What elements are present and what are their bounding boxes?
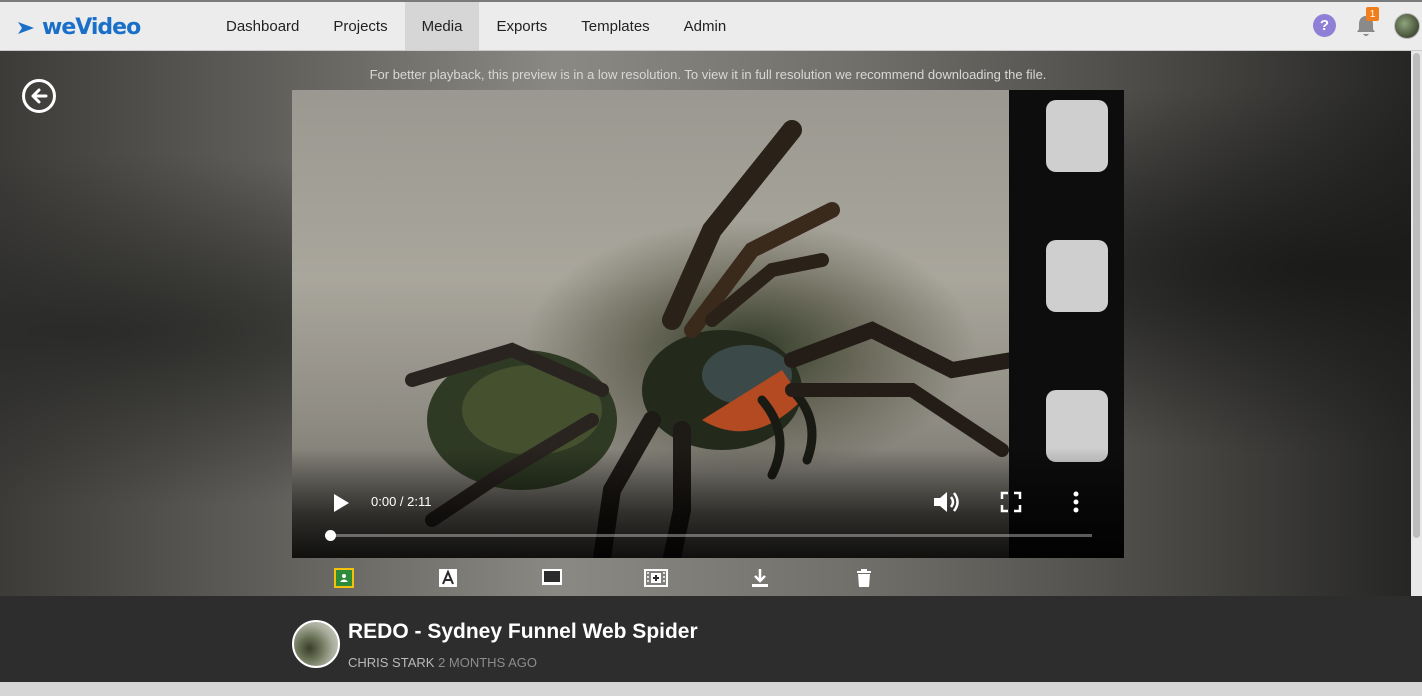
download-icon [752, 569, 768, 587]
top-nav-bar: weVideo Dashboard Projects Media Exports… [0, 0, 1422, 51]
delete-button[interactable] [852, 566, 876, 590]
upload-time: 2 MONTHS AGO [438, 655, 538, 670]
media-preview-stage: For better playback, this preview is in … [0, 51, 1411, 596]
author-name[interactable]: CHRIS STARK [348, 655, 434, 670]
film-perforation [1046, 100, 1108, 172]
media-meta: CHRIS STARK 2 MONTHS AGO [348, 655, 537, 670]
screen-button[interactable] [540, 566, 564, 590]
progress-bar[interactable] [325, 530, 1092, 541]
nav-item-media[interactable]: Media [404, 2, 480, 50]
bottom-strip [0, 682, 1422, 696]
screen-icon [542, 569, 562, 585]
more-vertical-icon[interactable] [1070, 490, 1082, 514]
author-avatar [292, 620, 340, 668]
video-player[interactable]: 0:00 / 2:11 [292, 90, 1124, 558]
google-classroom-icon [334, 568, 354, 588]
add-to-project-button[interactable] [644, 566, 668, 590]
main-nav: Dashboard Projects Media Exports Templat… [209, 2, 743, 50]
user-avatar[interactable] [1394, 13, 1420, 39]
nav-item-dashboard[interactable]: Dashboard [209, 2, 316, 50]
page-scrollbar[interactable] [1411, 51, 1422, 596]
media-info-panel: REDO - Sydney Funnel Web Spider CHRIS ST… [0, 596, 1422, 682]
help-icon[interactable]: ? [1313, 14, 1336, 37]
volume-icon[interactable] [932, 490, 960, 514]
nav-item-projects[interactable]: Projects [316, 2, 404, 50]
play-icon[interactable] [330, 492, 352, 514]
arrow-left-icon [31, 88, 48, 104]
fullscreen-icon[interactable] [1000, 491, 1022, 513]
progress-knob[interactable] [325, 530, 336, 541]
logo-text: weVideo [42, 15, 141, 40]
scrollbar-thumb[interactable] [1413, 53, 1420, 538]
filmstrip-icon [644, 569, 668, 587]
share-to-classroom-button[interactable] [332, 566, 356, 590]
film-perforation [1046, 240, 1108, 312]
nav-item-exports[interactable]: Exports [479, 2, 564, 50]
download-button[interactable] [748, 566, 772, 590]
wevideo-logo[interactable]: weVideo [16, 15, 141, 41]
nav-item-templates[interactable]: Templates [564, 2, 666, 50]
back-button[interactable] [22, 79, 56, 113]
captions-button[interactable] [436, 566, 460, 590]
notification-count-badge: 1 [1366, 7, 1379, 21]
media-title: REDO - Sydney Funnel Web Spider [348, 620, 698, 643]
trash-icon [857, 569, 871, 587]
playback-time: 0:00 / 2:11 [371, 494, 432, 509]
nav-item-admin[interactable]: Admin [667, 2, 744, 50]
low-resolution-notice: For better playback, this preview is in … [369, 67, 1047, 82]
text-caption-icon [439, 569, 457, 587]
logo-arrow-icon [18, 22, 34, 34]
